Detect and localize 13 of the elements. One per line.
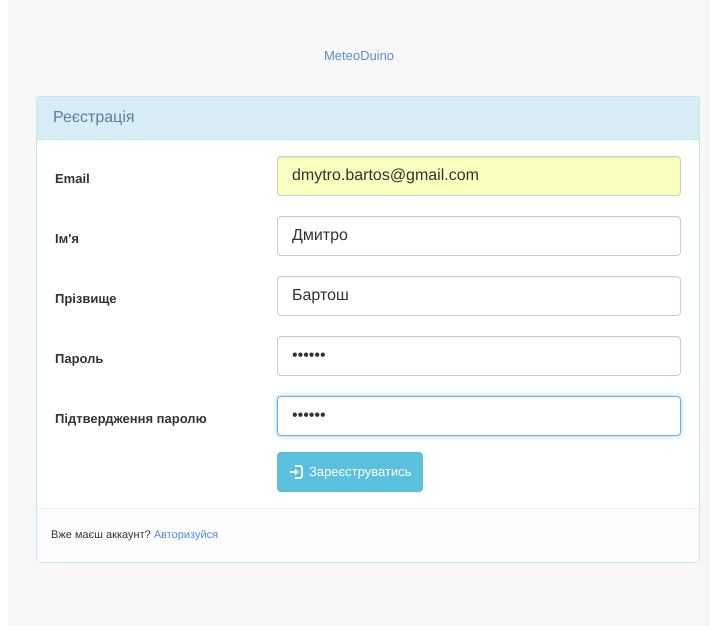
field-label: Прізвище [55,290,118,308]
input-field[interactable]: •••••• [277,396,681,436]
footer-text: Вже маєш аккаунт? [51,529,151,541]
panel-title: Реєстрація [37,97,699,140]
field-label: Пароль [55,350,104,368]
field-label: Ім'я [55,230,80,248]
input-field[interactable]: Бартош [277,276,681,316]
input-field[interactable]: Дмитро [277,216,681,256]
field-label: Email [55,170,91,188]
input-field[interactable]: dmytro.bartos@gmail.com [277,156,681,196]
input-field[interactable]: •••••• [277,336,681,376]
field-label: Підтвердження паролю [55,410,208,428]
sign-in-icon [289,465,303,479]
